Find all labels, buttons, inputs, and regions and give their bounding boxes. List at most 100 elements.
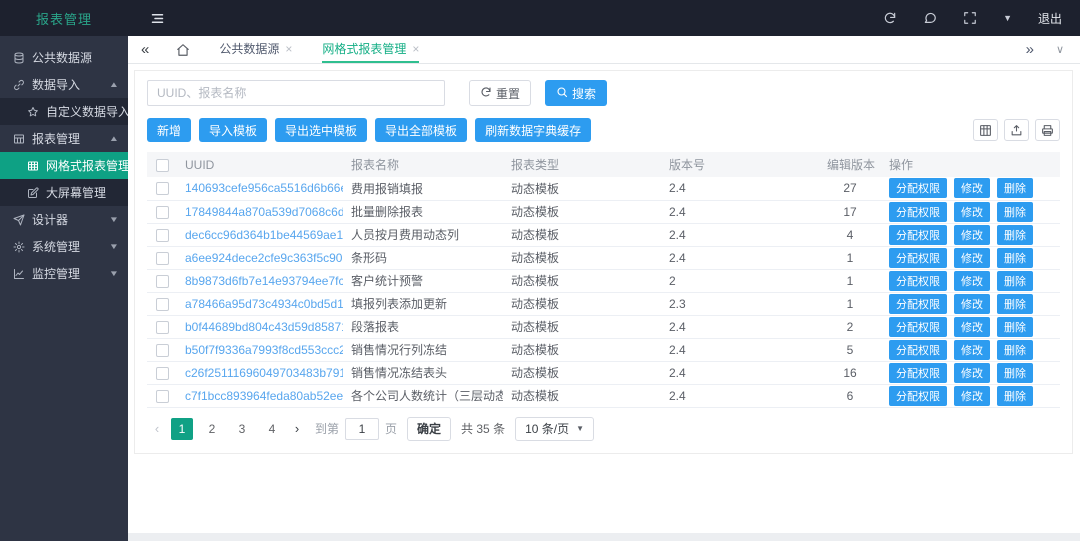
refresh-icon[interactable] [883, 11, 897, 25]
sidebar-item-label: 数据导入 [32, 76, 80, 93]
sidebar-item-custom-data-import[interactable]: 自定义数据导入 [0, 98, 128, 125]
delete-button[interactable]: 删除 [997, 363, 1033, 383]
logout-button[interactable]: 退出 [1038, 10, 1062, 27]
row-checkbox[interactable] [156, 182, 169, 195]
export-selected-template-button[interactable]: 导出选中模板 [275, 118, 367, 142]
tab-public-data-source[interactable]: 公共数据源× [219, 36, 292, 63]
search-button[interactable]: 搜索 [545, 80, 607, 106]
delete-button[interactable]: 删除 [997, 294, 1033, 314]
delete-button[interactable]: 删除 [997, 202, 1033, 222]
modify-button[interactable]: 修改 [954, 340, 990, 360]
add-button[interactable]: 新增 [147, 118, 191, 142]
row-checkbox[interactable] [156, 275, 169, 288]
assign-permission-button[interactable]: 分配权限 [889, 363, 947, 383]
select-all-checkbox[interactable] [156, 159, 169, 172]
assign-permission-button[interactable]: 分配权限 [889, 178, 947, 198]
row-checkbox[interactable] [156, 229, 169, 242]
page-size-select[interactable]: 10 条/页 ▼ [515, 417, 594, 441]
assign-permission-button[interactable]: 分配权限 [889, 340, 947, 360]
uuid-link[interactable]: 140693cefe956ca5516d6b66e2... [177, 177, 343, 200]
row-checkbox[interactable] [156, 390, 169, 403]
sidebar-item-big-screen-management[interactable]: 大屏幕管理 [0, 179, 128, 206]
modify-button[interactable]: 修改 [954, 363, 990, 383]
assign-permission-button[interactable]: 分配权限 [889, 202, 947, 222]
next-page-icon[interactable]: › [287, 421, 307, 436]
tab-grid-report-management[interactable]: 网格式报表管理× [322, 36, 419, 63]
hamburger-icon[interactable] [150, 11, 165, 26]
tab-close-icon[interactable]: × [285, 42, 292, 56]
sidebar-item-designer[interactable]: 设计器▼ [0, 206, 128, 233]
uuid-link[interactable]: a6ee924dece2cfe9c363f5c902... [177, 246, 343, 269]
row-checkbox[interactable] [156, 344, 169, 357]
modify-button[interactable]: 修改 [954, 294, 990, 314]
reset-button[interactable]: 重置 [469, 80, 531, 106]
printer-button[interactable] [1035, 119, 1060, 141]
row-checkbox[interactable] [156, 252, 169, 265]
assign-permission-button[interactable]: 分配权限 [889, 248, 947, 268]
export-button[interactable] [1004, 119, 1029, 141]
row-checkbox[interactable] [156, 206, 169, 219]
delete-button[interactable]: 删除 [997, 271, 1033, 291]
tab-menu-caret-icon[interactable]: ∨ [1056, 43, 1064, 56]
home-icon[interactable] [162, 36, 204, 63]
sidebar-item-grid-report-management[interactable]: 网格式报表管理 [0, 152, 128, 179]
tab-close-icon[interactable]: × [412, 42, 419, 56]
assign-permission-button[interactable]: 分配权限 [889, 225, 947, 245]
modify-button[interactable]: 修改 [954, 248, 990, 268]
collapse-tabs-icon[interactable]: « [128, 36, 162, 63]
row-checkbox[interactable] [156, 367, 169, 380]
sidebar-item-report-management[interactable]: 报表管理▲ [0, 125, 128, 152]
row-checkbox[interactable] [156, 321, 169, 334]
page-button-1[interactable]: 1 [171, 418, 193, 440]
page-button-3[interactable]: 3 [231, 418, 253, 440]
modify-button[interactable]: 修改 [954, 271, 990, 291]
import-template-button[interactable]: 导入模板 [199, 118, 267, 142]
modify-button[interactable]: 修改 [954, 386, 990, 406]
message-icon[interactable] [923, 11, 937, 25]
modify-button[interactable]: 修改 [954, 317, 990, 337]
delete-button[interactable]: 删除 [997, 386, 1033, 406]
uuid-link[interactable]: b0f44689bd804c43d59d85871a... [177, 315, 343, 338]
user-dropdown-caret-icon[interactable]: ▼ [1003, 13, 1012, 23]
row-checkbox[interactable] [156, 298, 169, 311]
col-edit-version: 编辑版本 [819, 152, 881, 177]
sidebar-item-system-management[interactable]: 系统管理▼ [0, 233, 128, 260]
sidebar-item-public-data-source[interactable]: 公共数据源 [0, 44, 128, 71]
fullscreen-icon[interactable] [963, 11, 977, 25]
assign-permission-button[interactable]: 分配权限 [889, 294, 947, 314]
uuid-link[interactable]: 17849844a870a539d7068c6d3... [177, 200, 343, 223]
prev-page-icon[interactable]: ‹ [147, 421, 167, 436]
export-all-template-button[interactable]: 导出全部模板 [375, 118, 467, 142]
goto-page-input[interactable] [345, 418, 379, 440]
row-operations: 分配权限修改删除 [881, 384, 1060, 407]
uuid-link[interactable]: c7f1bcc893964feda80ab52ee0... [177, 384, 343, 407]
page-button-4[interactable]: 4 [261, 418, 283, 440]
total-count-label: 共 35 条 [461, 420, 505, 437]
modify-button[interactable]: 修改 [954, 225, 990, 245]
assign-permission-button[interactable]: 分配权限 [889, 317, 947, 337]
report-name: 各个公司人数统计（三层动态列） [343, 384, 503, 407]
columns-button[interactable] [973, 119, 998, 141]
search-input[interactable] [147, 80, 445, 106]
uuid-link[interactable]: c26f25111696049703483b7915... [177, 361, 343, 384]
sidebar-item-monitor-management[interactable]: 监控管理▼ [0, 260, 128, 287]
uuid-link[interactable]: a78466a95d73c4934c0bd5d11... [177, 292, 343, 315]
delete-button[interactable]: 删除 [997, 178, 1033, 198]
modify-button[interactable]: 修改 [954, 178, 990, 198]
refresh-dict-cache-button[interactable]: 刷新数据字典缓存 [475, 118, 591, 142]
modify-button[interactable]: 修改 [954, 202, 990, 222]
delete-button[interactable]: 删除 [997, 340, 1033, 360]
horizontal-scrollbar[interactable] [128, 533, 1080, 541]
page-button-2[interactable]: 2 [201, 418, 223, 440]
sidebar-item-data-import[interactable]: 数据导入▲ [0, 71, 128, 98]
confirm-page-button[interactable]: 确定 [407, 417, 451, 441]
assign-permission-button[interactable]: 分配权限 [889, 386, 947, 406]
uuid-link[interactable]: b50f7f9336a7993f8cd553ccc22... [177, 338, 343, 361]
uuid-link[interactable]: 8b9873d6fb7e14e93794ee7fc1... [177, 269, 343, 292]
assign-permission-button[interactable]: 分配权限 [889, 271, 947, 291]
delete-button[interactable]: 删除 [997, 248, 1033, 268]
expand-tabs-icon[interactable]: » [1026, 41, 1034, 58]
delete-button[interactable]: 删除 [997, 317, 1033, 337]
delete-button[interactable]: 删除 [997, 225, 1033, 245]
uuid-link[interactable]: dec6cc96d364b1be44569ae18... [177, 223, 343, 246]
